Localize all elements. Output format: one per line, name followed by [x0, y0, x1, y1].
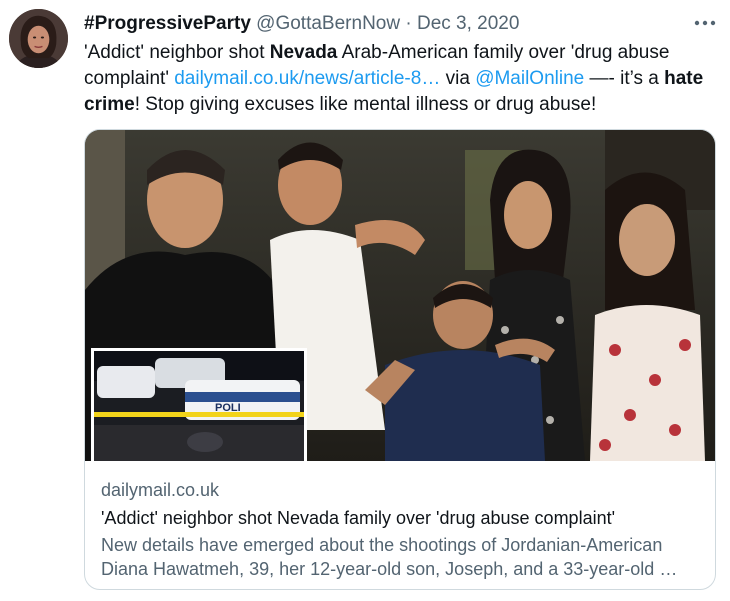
- header-separator: ·: [405, 13, 412, 34]
- tweet-bold-nevada: Nevada: [269, 42, 338, 63]
- tweet-text-segment: 'Addict' neighbor shot: [84, 42, 270, 63]
- tweet-date[interactable]: Dec 3, 2020: [417, 13, 519, 34]
- card-domain: dailymail.co.uk: [101, 480, 220, 500]
- card-title: 'Addict' neighbor shot Nevada family ove…: [101, 508, 616, 528]
- card-image[interactable]: POLI: [85, 130, 715, 461]
- avatar-photo: [9, 9, 68, 68]
- tweet-text-segment: ! Stop giving excuses like mental illnes…: [134, 94, 597, 115]
- author-avatar[interactable]: [9, 9, 68, 68]
- tweet-text-segment: via: [440, 68, 476, 89]
- tweet-text: 'Addict' neighbor shot Nevada Arab-Ameri…: [84, 40, 714, 118]
- tweet-text-segment: —- it’s a: [584, 68, 665, 89]
- tweet-header: #ProgressiveParty @GottaBernNow · Dec 3,…: [84, 12, 684, 36]
- more-options-button[interactable]: [690, 10, 720, 36]
- mention-link[interactable]: @MailOnline: [475, 68, 584, 89]
- link-preview-card[interactable]: POLI dailymail.co.uk 'Addict' neighbor s…: [84, 129, 716, 590]
- card-description: New details have emerged about the shoot…: [101, 535, 678, 579]
- inset-police-photo: POLI: [91, 348, 307, 461]
- author-handle[interactable]: @GottaBernNow: [256, 13, 400, 34]
- family-photo: POLI: [85, 130, 715, 461]
- author-name[interactable]: #ProgressiveParty: [84, 13, 251, 34]
- more-dots-icon: [694, 20, 716, 26]
- article-link[interactable]: dailymail.co.uk/news/article-8…: [174, 68, 440, 89]
